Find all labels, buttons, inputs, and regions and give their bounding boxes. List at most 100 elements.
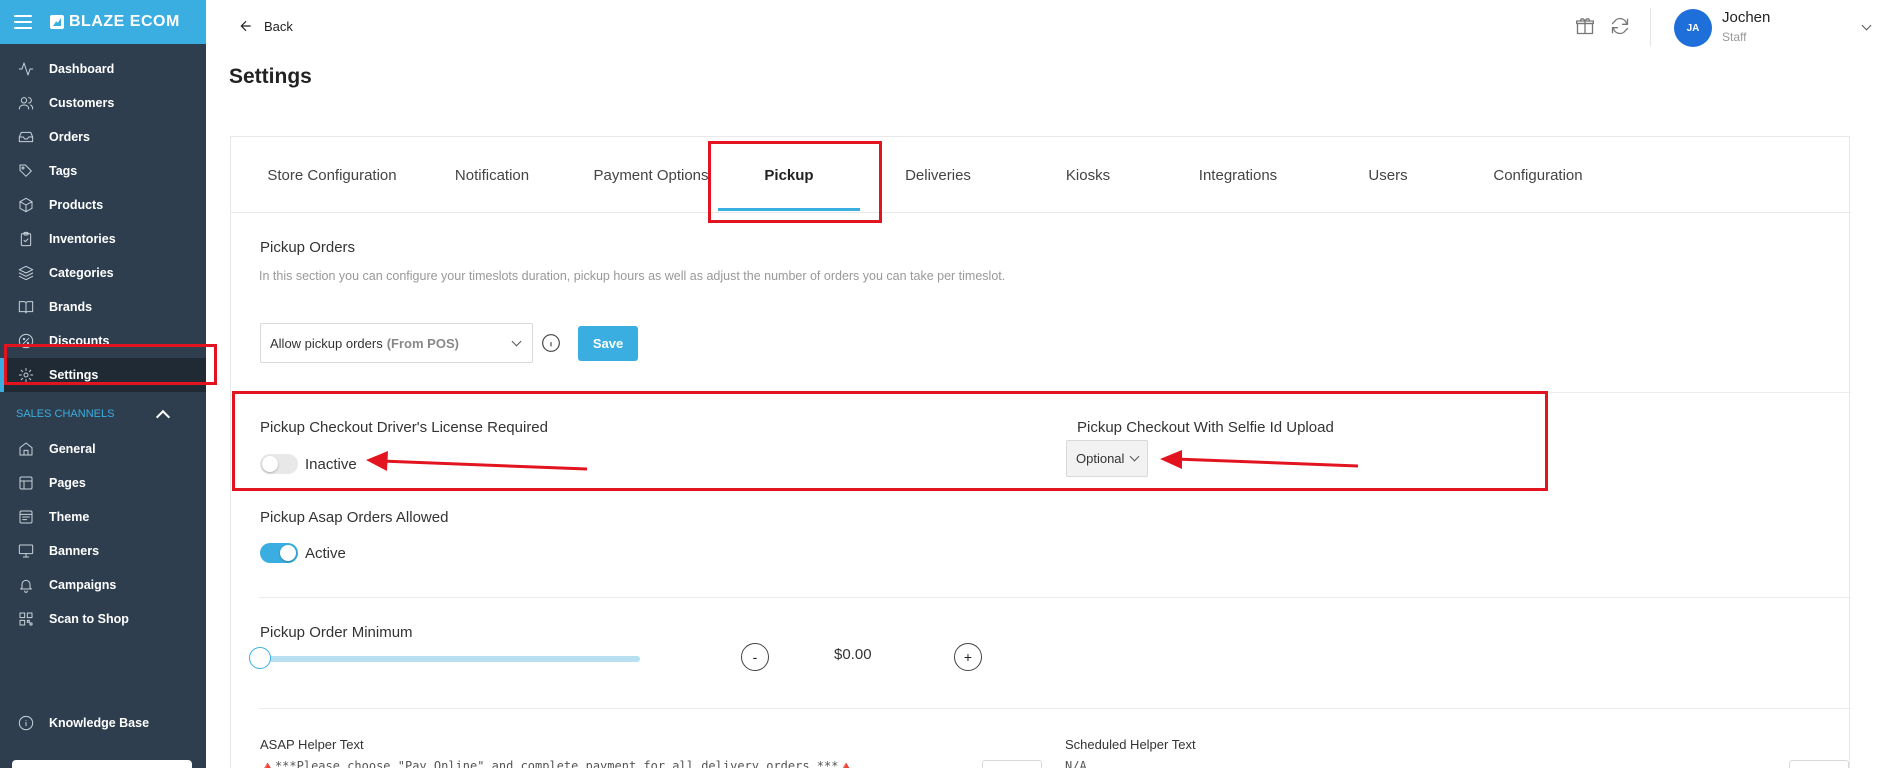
sidebar-item-pages[interactable]: Pages xyxy=(0,466,206,500)
user-role: Staff xyxy=(1722,30,1747,44)
tab-integrations[interactable]: Integrations xyxy=(1178,137,1298,213)
sidebar-item-orders[interactable]: Orders xyxy=(0,120,206,154)
settings-card: Store Configuration Notification Payment… xyxy=(230,136,1851,768)
sidebar-item-scan-to-shop[interactable]: Scan to Shop xyxy=(0,602,206,636)
tab-store-configuration[interactable]: Store Configuration xyxy=(257,137,407,213)
chevron-down-icon[interactable] xyxy=(1861,20,1872,31)
sidebar-item-label: Categories xyxy=(49,266,114,280)
sidebar-item-label: Inventories xyxy=(49,232,116,246)
slider-handle[interactable] xyxy=(249,647,271,669)
sidebar-item-label: Theme xyxy=(49,510,90,524)
menu-icon[interactable] xyxy=(14,15,32,29)
tab-users[interactable]: Users xyxy=(1328,137,1448,213)
brand-name: BLAZE ECOM xyxy=(69,13,180,30)
theme-icon xyxy=(18,509,34,525)
sidebar-item-general[interactable]: General xyxy=(0,432,206,466)
allow-pickup-value: Allow pickup orders xyxy=(270,335,383,351)
tab-kiosks[interactable]: Kiosks xyxy=(1028,137,1148,213)
tab-configuration[interactable]: Configuration xyxy=(1468,137,1608,213)
tab-notification[interactable]: Notification xyxy=(432,137,552,213)
sidebar-item-customers[interactable]: Customers xyxy=(0,86,206,120)
sidebar-item-inventories[interactable]: Inventories xyxy=(0,222,206,256)
sidebar-item-dashboard[interactable]: Dashboard xyxy=(0,52,206,86)
asap-orders-toggle[interactable] xyxy=(260,543,298,563)
home-icon xyxy=(18,441,34,457)
arrow-left-icon xyxy=(240,20,251,32)
selfie-upload-select[interactable]: Optional xyxy=(1066,440,1148,477)
scheduled-helper-text[interactable]: N/A xyxy=(1065,759,1365,768)
clipboard-icon xyxy=(18,231,34,247)
sidebar-item-brands[interactable]: Brands xyxy=(0,290,206,324)
gear-icon xyxy=(18,367,34,383)
pickup-orders-description: In this section you can configure your t… xyxy=(259,269,1006,283)
save-button[interactable]: Save xyxy=(578,326,638,361)
decrement-button[interactable]: - xyxy=(741,643,769,671)
sidebar-item-knowledge-base[interactable]: Knowledge Base xyxy=(0,706,206,740)
gift-icon[interactable] xyxy=(1575,16,1595,36)
sidebar-item-label: Banners xyxy=(49,544,100,558)
order-minimum-slider[interactable] xyxy=(259,656,640,662)
sidebar-item-campaigns[interactable]: Campaigns xyxy=(0,568,206,602)
box-icon xyxy=(18,197,34,213)
selfie-upload-value: Optional xyxy=(1076,451,1125,466)
sidebar-item-settings[interactable]: Settings xyxy=(0,358,206,392)
toggle-knob xyxy=(280,545,296,561)
increment-button[interactable]: + xyxy=(954,643,982,671)
knowledge-base-link[interactable]: Knowledge Base xyxy=(0,706,206,740)
sidebar-item-products[interactable]: Products xyxy=(0,188,206,222)
book-icon xyxy=(18,299,34,315)
sidebar-item-categories[interactable]: Categories xyxy=(0,256,206,290)
refresh-icon[interactable] xyxy=(1610,16,1630,36)
qr-icon xyxy=(18,611,34,627)
back-label: Back xyxy=(264,18,293,34)
sidebar-item-discounts[interactable]: Discounts xyxy=(0,324,206,358)
layers-icon xyxy=(18,265,34,281)
license-required-title: Pickup Checkout Driver's License Require… xyxy=(260,419,548,436)
tab-deliveries[interactable]: Deliveries xyxy=(878,137,998,213)
sidebar-item-label: Knowledge Base xyxy=(49,716,150,730)
asap-orders-status: Active xyxy=(305,545,346,562)
sidebar-item-label: Products xyxy=(49,198,104,212)
selfie-upload-title: Pickup Checkout With Selfie Id Upload xyxy=(1077,419,1334,436)
sidebar-item-label: Customers xyxy=(49,96,115,110)
sidebar-item-label: Orders xyxy=(49,130,90,144)
sidebar: BLAZE ECOM Dashboard Customers Orders Ta… xyxy=(0,0,206,768)
license-required-status: Inactive xyxy=(305,456,357,473)
inbox-icon xyxy=(18,129,34,145)
sidebar-item-label: Pages xyxy=(49,476,86,490)
sidebar-item-banners[interactable]: Banners xyxy=(0,534,206,568)
tag-icon xyxy=(18,163,34,179)
divider xyxy=(259,392,1851,393)
chevron-up-icon[interactable] xyxy=(155,409,171,424)
activity-icon xyxy=(18,61,34,77)
sidebar-item-theme[interactable]: Theme xyxy=(0,500,206,534)
sidebar-footer-bar xyxy=(12,760,192,768)
back-button[interactable]: Back xyxy=(238,18,293,34)
asap-helper-label: ASAP Helper Text xyxy=(260,737,364,752)
divider xyxy=(259,708,1851,709)
tab-payment-options[interactable]: Payment Options xyxy=(576,137,726,213)
allow-pickup-select[interactable]: Allow pickup orders (From POS) xyxy=(260,323,533,363)
tab-pickup[interactable]: Pickup xyxy=(714,137,864,213)
sidebar-item-label: Scan to Shop xyxy=(49,612,129,626)
percent-icon xyxy=(18,333,34,349)
sidebar-item-tags[interactable]: Tags xyxy=(0,154,206,188)
avatar[interactable]: JA xyxy=(1674,9,1712,47)
license-required-toggle[interactable] xyxy=(260,454,298,474)
topbar-divider xyxy=(1650,8,1651,46)
user-name[interactable]: Jochen xyxy=(1722,9,1770,26)
sidebar-item-label: Tags xyxy=(49,164,78,178)
order-minimum-title: Pickup Order Minimum xyxy=(260,624,413,641)
sales-channels-header[interactable]: SALES CHANNELS xyxy=(0,396,206,432)
sidebar-header: BLAZE ECOM xyxy=(0,0,206,44)
asap-orders-title: Pickup Asap Orders Allowed xyxy=(260,509,449,526)
pickup-orders-title: Pickup Orders xyxy=(260,239,356,256)
asap-helper-text[interactable]: 🔺***Please choose "Pay Online" and compl… xyxy=(260,759,880,768)
sidebar-item-label: Dashboard xyxy=(49,62,115,76)
sidebar-item-label: Discounts xyxy=(49,334,110,348)
sidebar-item-label: Brands xyxy=(49,300,93,314)
brand-logo[interactable]: BLAZE ECOM xyxy=(50,13,180,31)
sidebar-item-label: General xyxy=(49,442,96,456)
chevron-down-icon xyxy=(1129,451,1140,462)
info-icon[interactable] xyxy=(541,333,561,353)
